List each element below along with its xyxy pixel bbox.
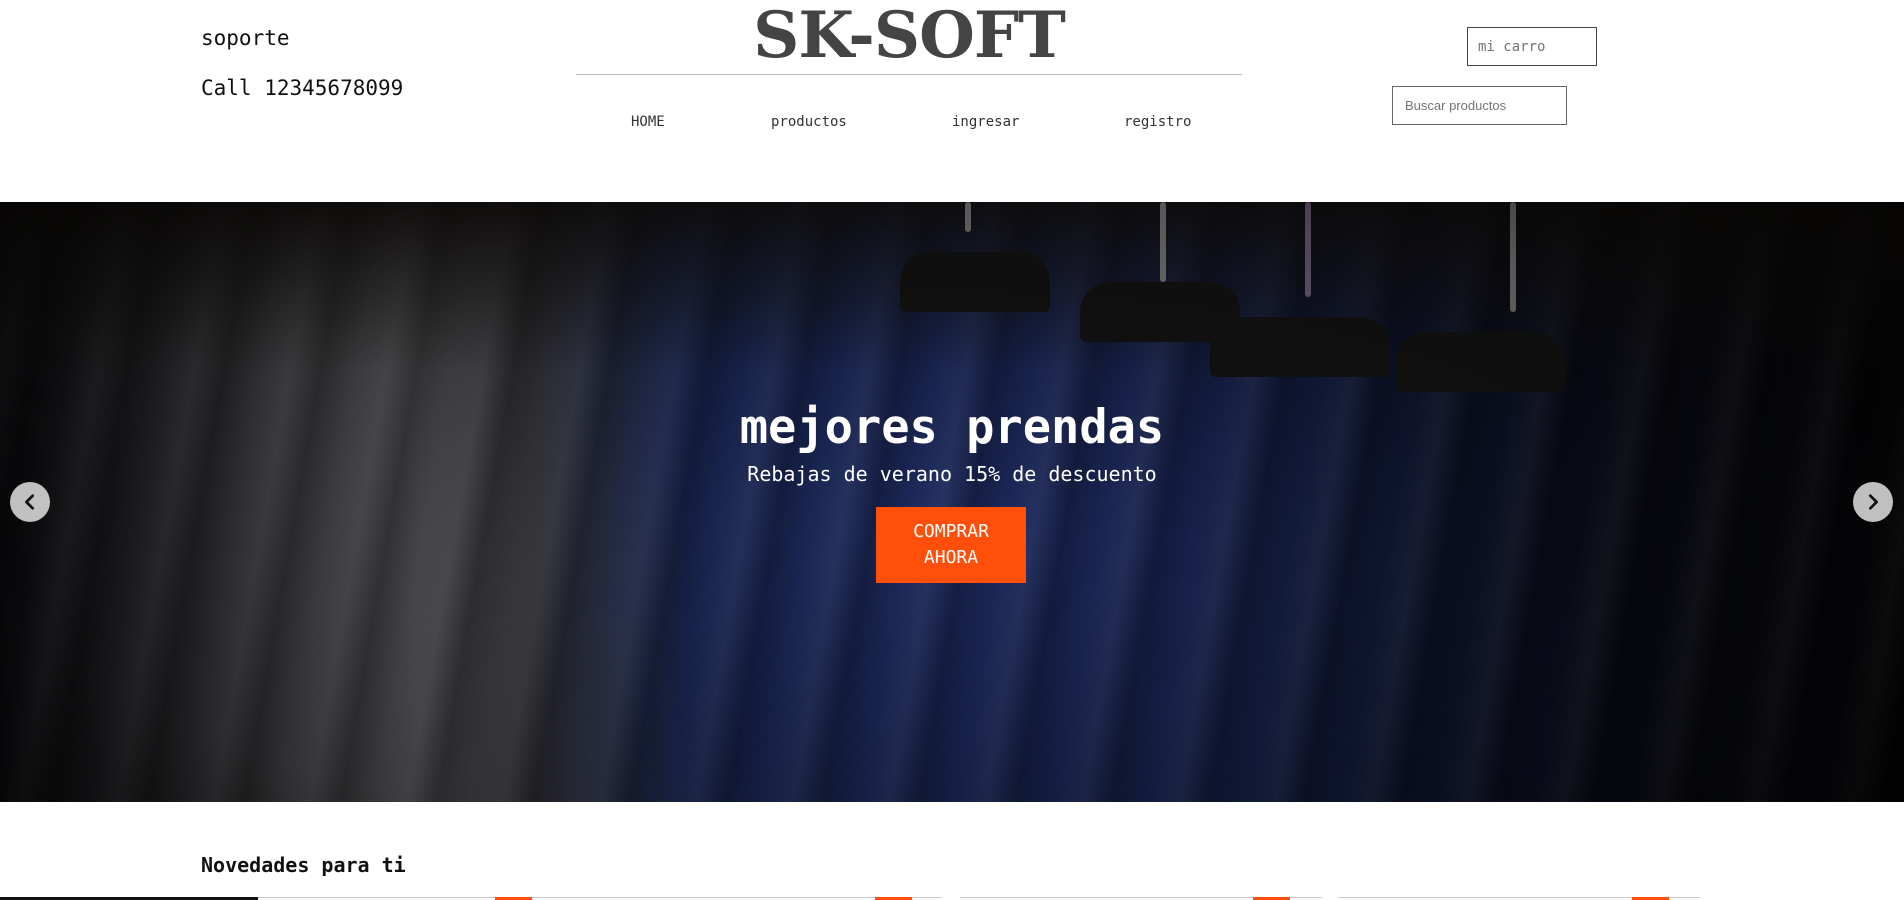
search-input[interactable]: [1392, 86, 1567, 125]
hero-carousel: mejores prendas Rebajas de verano 15% de…: [0, 202, 1904, 802]
carousel-prev-button[interactable]: [10, 482, 50, 522]
brand: SK-SOFT: [576, 0, 1242, 72]
support-link[interactable]: soporte: [201, 26, 403, 50]
buy-now-button[interactable]: COMPRAR AHORA: [876, 507, 1026, 583]
nav-home[interactable]: HOME: [631, 114, 665, 130]
chevron-left-icon: [25, 494, 35, 510]
contact-info: soporte Call 12345678099: [201, 26, 403, 100]
section-title: Novedades para ti: [201, 853, 406, 877]
hero-vignette: [0, 202, 1904, 802]
nav-productos[interactable]: productos: [771, 114, 847, 130]
nav-ingresar[interactable]: ingresar: [952, 114, 1019, 130]
site-header: soporte Call 12345678099 SK-SOFT HOME pr…: [0, 0, 1904, 202]
hero-subtitle: Rebajas de verano 15% de descuento: [747, 462, 1157, 486]
nav-registro[interactable]: registro: [1124, 114, 1191, 130]
brand-divider: [576, 74, 1242, 75]
chevron-right-icon: [1868, 494, 1878, 510]
phone-number: Call 12345678099: [201, 76, 404, 100]
cart-field[interactable]: [1467, 27, 1597, 66]
carousel-next-button[interactable]: [1853, 482, 1893, 522]
hero-title: mejores prendas: [739, 400, 1165, 455]
site-logo[interactable]: SK-SOFT: [576, 0, 1242, 72]
main-nav: HOME productos ingresar registro: [576, 114, 1242, 134]
